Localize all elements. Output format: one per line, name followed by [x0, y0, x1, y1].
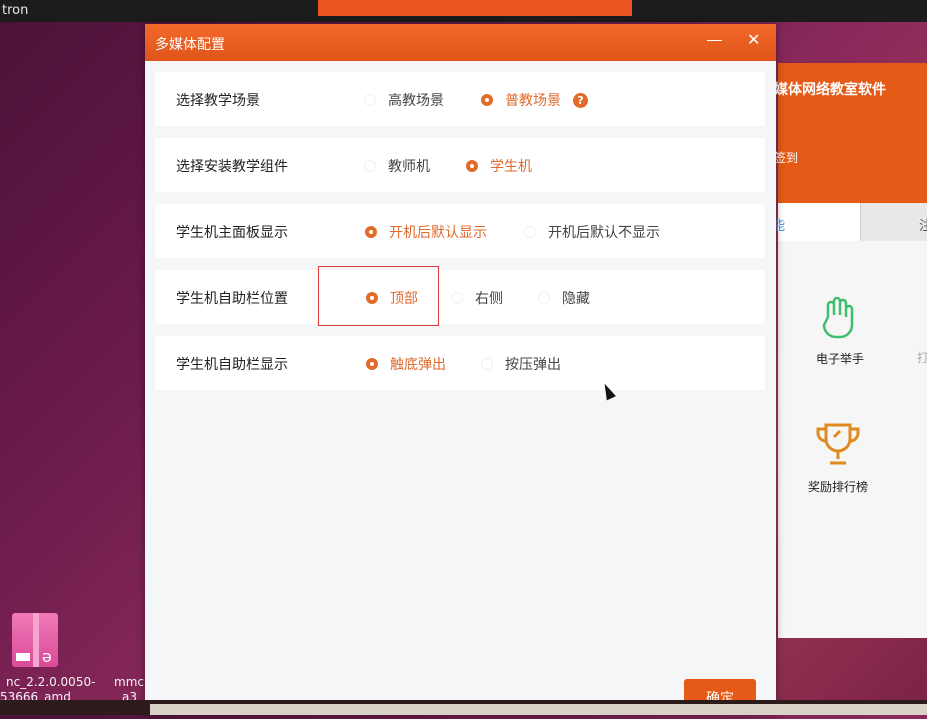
app-tabbar: 能 注 — [772, 203, 927, 241]
feature-label: 电子举手 — [816, 352, 865, 366]
signin-label[interactable]: 签到 — [774, 149, 798, 166]
radio-press-popup[interactable]: 按压弹出 — [481, 354, 561, 374]
radio-circle — [365, 226, 377, 238]
bottom-taskbar — [0, 700, 927, 715]
radio-right[interactable]: 右侧 — [451, 288, 503, 308]
deb-package-icon[interactable]: ә — [12, 613, 58, 667]
radio-circle — [524, 226, 536, 238]
row-label: 学生机自助栏位置 — [176, 291, 288, 307]
radio-circle — [466, 160, 478, 172]
row-label: 选择安装教学组件 — [176, 159, 288, 175]
close-icon[interactable]: ✕ — [747, 30, 760, 49]
radio-hidden[interactable]: 隐藏 — [538, 288, 590, 308]
raised-hand-icon — [822, 296, 854, 339]
tab-second[interactable]: 注 — [860, 203, 927, 241]
radio-teacher[interactable]: 教师机 — [364, 156, 430, 176]
radio-circle — [481, 94, 493, 106]
feature-label: 奖励排行榜 — [808, 480, 869, 494]
radio-circle — [538, 292, 550, 304]
row-selfhelp-position: 学生机自助栏位置 顶部 右侧 隐藏 — [155, 270, 765, 324]
radio-circle — [366, 358, 378, 370]
radio-general-ed[interactable]: 普教场景? — [481, 90, 588, 110]
radio-student[interactable]: 学生机 — [466, 156, 532, 176]
dialog-titlebar[interactable]: 多媒体配置 ✕ — [145, 24, 776, 61]
annotation-highlight-box — [318, 266, 439, 326]
help-icon[interactable]: ? — [573, 93, 588, 108]
radio-default-hide[interactable]: 开机后默认不显示 — [524, 222, 660, 242]
desktop-file-label[interactable]: nc_2.2.0.0050- — [6, 675, 95, 689]
row-label: 学生机自助栏显示 — [176, 357, 288, 373]
desktop-file-label-mmc[interactable]: mmc — [114, 675, 144, 689]
radio-circle — [481, 358, 493, 370]
radio-circle — [451, 292, 463, 304]
row-teaching-scene: 选择教学场景 高教场景 普教场景? — [155, 72, 765, 126]
radio-touch-bottom[interactable]: 触底弹出 — [366, 354, 446, 374]
radio-circle — [364, 94, 376, 106]
top-orange-bar — [318, 0, 632, 16]
row-main-panel-display: 学生机主面板显示 开机后默认显示 开机后默认不显示 — [155, 204, 765, 258]
dialog-title: 多媒体配置 — [155, 37, 225, 53]
classroom-app-window: 媒体网络教室软件 签到 能 注 电子举手 打 奖励排行榜 — [772, 63, 927, 638]
row-label: 学生机主面板显示 — [176, 225, 288, 241]
app-name: 媒体网络教室软件 — [774, 82, 886, 98]
minimize-button[interactable] — [705, 30, 725, 50]
feature-partial: 打 — [917, 351, 927, 365]
radio-default-show[interactable]: 开机后默认显示 — [365, 222, 487, 242]
radio-higher-ed[interactable]: 高教场景 — [364, 90, 444, 110]
app-header: 媒体网络教室软件 签到 — [774, 63, 927, 203]
feature-ranking[interactable]: 奖励排行榜 — [808, 421, 868, 495]
row-selfhelp-display: 学生机自助栏显示 触底弹出 按压弹出 — [155, 336, 765, 390]
feature-raise-hand[interactable]: 电子举手 — [816, 295, 864, 367]
trophy-icon — [816, 423, 860, 465]
radio-circle — [364, 160, 376, 172]
debian-swirl-icon: ә — [42, 647, 52, 666]
row-label: 选择教学场景 — [176, 93, 260, 109]
app-title-text: tron — [2, 3, 29, 18]
row-install-component: 选择安装教学组件 教师机 学生机 — [155, 138, 765, 192]
multimedia-config-dialog: 多媒体配置 ✕ 选择教学场景 高教场景 普教场景? 选择安装教学组件 教师机 学… — [145, 24, 776, 714]
